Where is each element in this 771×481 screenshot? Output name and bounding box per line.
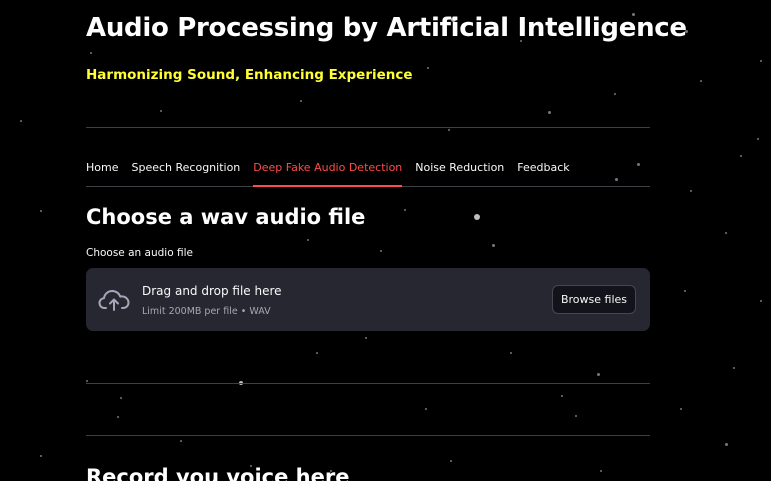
star-dot (757, 138, 759, 140)
section-divider (86, 383, 650, 384)
star-dot (597, 373, 600, 376)
record-heading: Record you voice here (86, 465, 350, 481)
star-dot (725, 443, 728, 446)
tab-noise-reduction[interactable]: Noise Reduction (415, 152, 504, 186)
star-dot (548, 111, 551, 114)
page-subtitle: Harmonizing Sound, Enhancing Experience (86, 67, 413, 83)
star-dot (561, 395, 563, 397)
star-dot (510, 352, 512, 354)
star-dot (474, 214, 480, 220)
page-title: Audio Processing by Artificial Intellige… (86, 13, 687, 43)
star-dot (20, 120, 22, 122)
section-divider-2 (86, 435, 650, 436)
file-dropzone[interactable]: Drag and drop file here Limit 200MB per … (86, 268, 650, 331)
dropzone-limit-text: Limit 200MB per file • WAV (142, 306, 271, 317)
star-dot (760, 60, 762, 62)
star-dot (760, 300, 762, 302)
star-dot (614, 93, 616, 95)
star-dot (365, 337, 367, 339)
star-dot (680, 408, 682, 410)
star-dot (180, 440, 182, 442)
star-dot (690, 190, 692, 192)
star-dot (160, 110, 162, 112)
uploader-label: Choose an audio file (86, 247, 193, 259)
tab-feedback[interactable]: Feedback (517, 152, 569, 186)
star-dot (492, 244, 495, 247)
tab-speech-recognition[interactable]: Speech Recognition (131, 152, 240, 186)
star-dot (427, 67, 429, 69)
star-dot (316, 352, 318, 354)
star-dot (425, 408, 427, 410)
star-dot (300, 100, 302, 102)
star-dot (40, 455, 42, 457)
app-page: Audio Processing by Artificial Intellige… (0, 0, 771, 481)
star-dot (733, 367, 735, 369)
star-dot (448, 129, 450, 131)
star-dot (90, 52, 92, 54)
star-dot (450, 460, 452, 462)
star-dot (86, 380, 88, 382)
star-dot (700, 80, 702, 82)
browse-files-button[interactable]: Browse files (552, 285, 636, 314)
cloud-upload-icon (98, 290, 130, 311)
star-dot (404, 209, 406, 211)
tab-bar: Home Speech Recognition Deep Fake Audio … (86, 152, 650, 187)
tab-home[interactable]: Home (86, 152, 118, 186)
dropzone-instructions: Drag and drop file here (142, 284, 282, 298)
star-dot (725, 232, 727, 234)
star-dot (117, 416, 119, 418)
star-dot (600, 470, 602, 472)
star-dot (40, 210, 42, 212)
section-heading: Choose a wav audio file (86, 205, 366, 229)
tab-deep-fake-audio-detection[interactable]: Deep Fake Audio Detection (253, 152, 402, 187)
star-dot (120, 397, 122, 399)
star-dot (684, 290, 686, 292)
star-dot (740, 155, 742, 157)
header-divider (86, 127, 650, 128)
star-dot (575, 415, 577, 417)
star-dot (307, 239, 309, 241)
star-dot (380, 250, 382, 252)
